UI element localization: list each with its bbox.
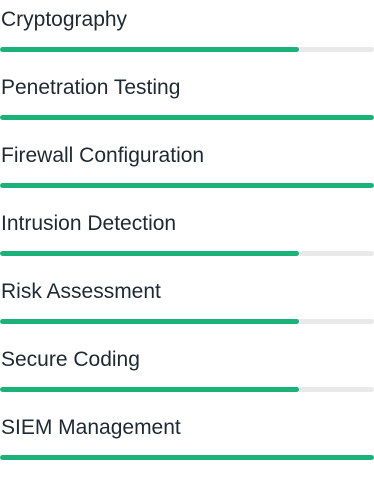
skill-progress-track	[0, 251, 374, 256]
skill-label: Secure Coding	[1, 348, 140, 371]
skill-item-risk-assessment: Risk Assessment	[0, 272, 374, 330]
skill-progress-track	[0, 319, 374, 324]
skill-label: Risk Assessment	[1, 280, 161, 303]
skill-item-intrusion-detection: Intrusion Detection	[0, 204, 374, 262]
skill-progress-fill	[0, 47, 300, 52]
skill-label: Penetration Testing	[1, 76, 181, 99]
skill-label: SIEM Management	[1, 416, 181, 439]
skill-progress-fill	[0, 455, 374, 460]
skill-label: Firewall Configuration	[1, 144, 205, 167]
skill-item-secure-coding: Secure Coding	[0, 340, 374, 398]
skill-item-penetration-testing: Penetration Testing	[0, 68, 374, 126]
skill-progress-track	[0, 387, 374, 392]
skills-list: Cryptography Penetration Testing Firewal…	[0, 0, 374, 488]
skill-progress-fill	[0, 387, 300, 392]
skill-progress-track	[0, 455, 374, 460]
skill-item-cryptography: Cryptography	[0, 0, 374, 58]
skill-progress-track	[0, 115, 374, 120]
skill-progress-fill	[0, 319, 300, 324]
skill-progress-track	[0, 47, 374, 52]
skill-progress-fill	[0, 115, 374, 120]
skill-item-firewall-configuration: Firewall Configuration	[0, 136, 374, 194]
skill-progress-fill	[0, 251, 300, 256]
skill-label: Intrusion Detection	[1, 212, 177, 235]
skill-item-siem-management: SIEM Management	[0, 408, 374, 466]
skill-progress-track	[0, 183, 374, 188]
skill-progress-fill	[0, 183, 374, 188]
skill-label: Cryptography	[1, 8, 128, 31]
